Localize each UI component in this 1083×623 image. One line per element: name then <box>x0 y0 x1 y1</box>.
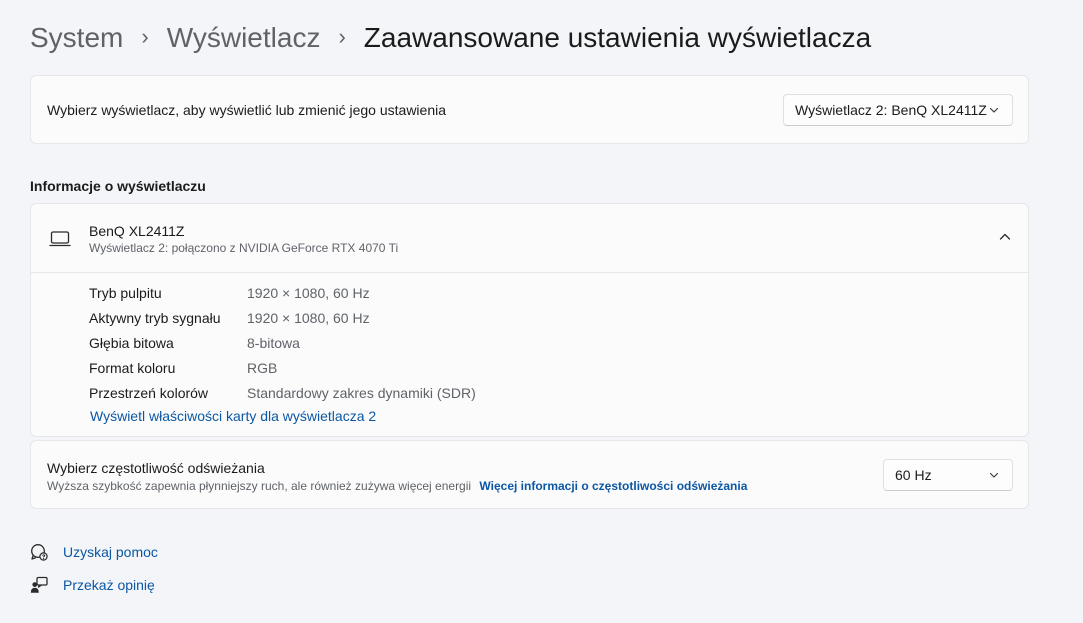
adapter-properties-link[interactable]: Wyświetl właściwości karty dla wyświetla… <box>90 408 376 424</box>
property-value: 1920 × 1080, 60 Hz <box>247 285 370 301</box>
chevron-down-icon <box>989 472 999 478</box>
breadcrumb-item-display[interactable]: Wyświetlacz <box>167 22 321 54</box>
property-label: Tryb pulpitu <box>89 285 162 301</box>
section-title-display-info: Informacje o wyświetlaczu <box>30 178 206 194</box>
display-info-card: BenQ XL2411Z Wyświetlacz 2: połączono z … <box>30 203 1029 437</box>
give-feedback-label: Przekaż opinię <box>63 577 155 593</box>
property-value: Standardowy zakres dynamiki (SDR) <box>247 385 476 401</box>
property-label: Aktywny tryb sygnału <box>89 310 221 326</box>
refresh-rate-value: 60 Hz <box>895 467 932 483</box>
display-select-dropdown[interactable]: Wyświetlacz 2: BenQ XL2411Z <box>783 94 1013 126</box>
chevron-down-icon <box>989 107 999 113</box>
display-select-card: Wybierz wyświetlacz, aby wyświetlić lub … <box>30 75 1029 144</box>
display-select-value: Wyświetlacz 2: BenQ XL2411Z <box>795 102 987 118</box>
property-label: Format koloru <box>89 360 176 376</box>
monitor-icon <box>49 231 71 247</box>
refresh-rate-description-line: Wyższa szybkość zapewnia płynniejszy ruc… <box>47 479 747 493</box>
refresh-rate-more-info-link[interactable]: Więcej informacji o częstotliwości odświ… <box>479 479 747 493</box>
device-subtitle: Wyświetlacz 2: połączono z NVIDIA GeForc… <box>89 241 399 255</box>
device-name: BenQ XL2411Z <box>89 223 185 239</box>
refresh-rate-dropdown[interactable]: 60 Hz <box>883 459 1013 491</box>
refresh-rate-card: Wybierz częstotliwość odświeżania Wyższa… <box>30 440 1029 509</box>
give-feedback-link[interactable]: Przekaż opinię <box>30 574 155 596</box>
chevron-up-icon[interactable] <box>998 230 1012 244</box>
breadcrumb-separator: › <box>141 24 149 49</box>
display-select-label: Wybierz wyświetlacz, aby wyświetlić lub … <box>47 102 447 118</box>
feedback-person-icon <box>30 576 48 593</box>
display-info-header[interactable]: BenQ XL2411Z Wyświetlacz 2: połączono z … <box>31 204 1028 273</box>
get-help-link[interactable]: Uzyskaj pomoc <box>30 541 158 563</box>
property-value: RGB <box>247 360 278 376</box>
page-title: Zaawansowane ustawienia wyświetlacza <box>363 22 872 53</box>
breadcrumb: System › Wyświetlacz › Zaawansowane usta… <box>30 18 871 58</box>
property-label: Głębia bitowa <box>89 335 174 351</box>
property-label: Przestrzeń kolorów <box>89 385 209 401</box>
breadcrumb-item-system[interactable]: System <box>30 22 123 54</box>
property-value: 1920 × 1080, 60 Hz <box>247 310 370 326</box>
refresh-rate-title: Wybierz częstotliwość odświeżania <box>47 460 265 476</box>
property-value: 8-bitowa <box>247 335 300 351</box>
get-help-label: Uzyskaj pomoc <box>63 544 158 560</box>
help-chat-icon <box>31 544 48 561</box>
refresh-rate-description: Wyższa szybkość zapewnia płynniejszy ruc… <box>47 479 472 493</box>
breadcrumb-separator: › <box>338 24 346 49</box>
